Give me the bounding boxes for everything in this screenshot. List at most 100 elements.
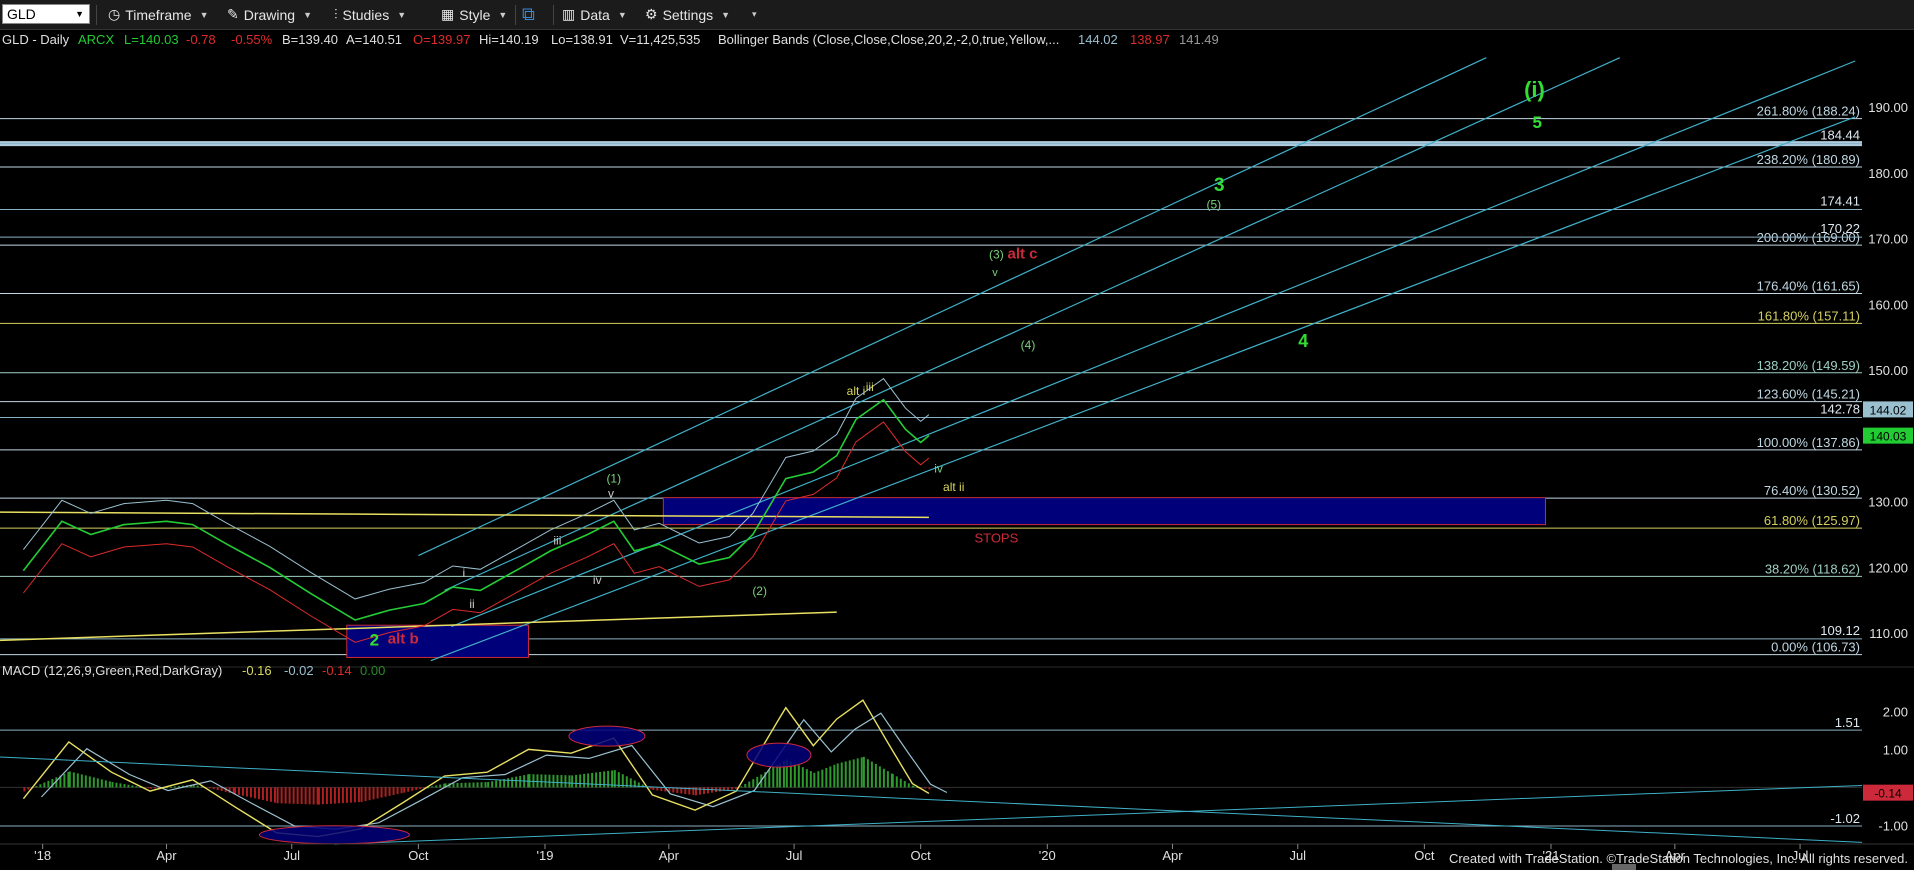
macd-histogram-bar bbox=[178, 786, 181, 788]
macd-histogram-bar bbox=[591, 772, 594, 788]
macd-histogram-bar bbox=[47, 780, 50, 788]
macd-histogram-bar bbox=[536, 774, 539, 788]
macd-histogram-bar bbox=[862, 756, 865, 788]
macd-histogram-bar bbox=[809, 771, 812, 788]
macd-histogram-bar bbox=[528, 774, 531, 788]
macd-histogram-bar bbox=[852, 759, 855, 788]
macd-pane[interactable]: 2.00 1.00 -1.00 1.51 -1.02 -0.14 bbox=[0, 679, 1914, 854]
settings-menu[interactable]: ⚙ Settings ▼ bbox=[645, 4, 730, 25]
style-label: Style bbox=[459, 6, 491, 23]
macd-label: MACD (12,26,9,Green,Red,DarkGray) bbox=[2, 663, 222, 678]
timeframe-menu[interactable]: ◷ Timeframe ▼ bbox=[108, 4, 209, 25]
macd-histogram-bar bbox=[519, 775, 522, 788]
exchange-label: ARCX bbox=[78, 32, 114, 47]
macd-histogram-bar bbox=[821, 769, 824, 788]
y-tick-label: 160.00 bbox=[1868, 297, 1908, 312]
macd-histogram-bar bbox=[245, 787, 248, 797]
macd-histogram-bar bbox=[261, 787, 264, 801]
fib-level-label: 123.60% (145.21) bbox=[1757, 387, 1860, 402]
macd-highlight-ellipse bbox=[568, 725, 646, 747]
macd-histogram-bar bbox=[583, 773, 586, 788]
macd-histogram-bar bbox=[196, 785, 199, 788]
macd-histogram-bar bbox=[170, 786, 173, 788]
data-menu[interactable]: ▥ Data ▼ bbox=[562, 4, 627, 25]
macd-histogram-bar bbox=[833, 764, 836, 788]
macd-histogram-bar bbox=[368, 787, 371, 801]
drawing-menu[interactable]: ✎ Drawing ▼ bbox=[227, 4, 312, 25]
macd-histogram-bar bbox=[208, 787, 211, 789]
macd-histogram-bar bbox=[296, 787, 299, 804]
macd-histogram-bar bbox=[652, 787, 655, 791]
macd-histogram-bar bbox=[472, 782, 475, 788]
macd-histogram-bar bbox=[744, 783, 747, 788]
macd-histogram-bar bbox=[396, 787, 399, 795]
symbol-value: GLD bbox=[7, 6, 36, 22]
macd-histogram-bar bbox=[237, 787, 240, 795]
bollinger-label: Bollinger Bands (Close,Close,Close,20,2,… bbox=[718, 32, 1059, 47]
macd-histogram-bar bbox=[135, 786, 138, 788]
macd-histogram-bar bbox=[882, 768, 885, 788]
macd-histogram-bar bbox=[660, 787, 663, 791]
macd-zero: 0.00 bbox=[360, 663, 385, 678]
macd-histogram-bar bbox=[174, 786, 177, 788]
macd-histogram-bar bbox=[540, 774, 543, 788]
timeframe-label: Timeframe bbox=[125, 6, 192, 23]
macd-histogram-bar bbox=[499, 779, 502, 788]
toolbar-overflow[interactable]: ▾ bbox=[744, 4, 757, 25]
studies-label: Studies bbox=[342, 6, 390, 23]
macd-histogram-bar bbox=[333, 787, 336, 804]
macd-histogram-bar bbox=[403, 787, 406, 793]
gear-icon: ⚙ bbox=[645, 6, 658, 22]
style-menu[interactable]: ▦ Style ▼ bbox=[441, 4, 507, 25]
macd-histogram-bar bbox=[924, 787, 927, 789]
chart-layout-button[interactable]: ⧉ bbox=[522, 4, 540, 25]
macd-signal: -0.02 bbox=[284, 663, 314, 678]
macd-histogram-bar bbox=[805, 769, 808, 788]
price-level-label: 170.22 bbox=[1820, 221, 1860, 236]
macd-histogram-bar bbox=[895, 776, 898, 788]
studies-menu[interactable]: ⫶ Studies ▼ bbox=[334, 4, 406, 25]
macd-histogram-bar bbox=[698, 787, 701, 795]
wave-label: (2) bbox=[752, 584, 767, 598]
bollinger-upper: 144.02 bbox=[1078, 32, 1118, 47]
macd-histogram-bar bbox=[23, 787, 26, 792]
macd-histogram-bar bbox=[825, 767, 828, 788]
symbol-input[interactable]: GLD ▼ bbox=[2, 4, 90, 24]
macd-histogram-bar bbox=[556, 774, 559, 788]
macd-histogram-bar bbox=[35, 786, 38, 788]
macd-histogram-bar bbox=[579, 774, 582, 788]
macd-y-tick: 2.00 bbox=[1883, 705, 1908, 720]
macd-histogram-bar bbox=[836, 763, 839, 788]
macd-histogram-bar bbox=[92, 777, 95, 788]
y-tick-label: 150.00 bbox=[1868, 363, 1908, 378]
open-price: O=139.97 bbox=[413, 32, 470, 47]
macd-histogram-bar bbox=[72, 772, 75, 788]
macd-histogram-bar bbox=[866, 759, 869, 788]
macd-histogram-bar bbox=[317, 787, 320, 805]
x-tick-label: Oct bbox=[911, 848, 932, 863]
macd-histogram-bar bbox=[150, 787, 153, 789]
wave-label: STOPS bbox=[974, 530, 1018, 545]
macd-histogram-bar bbox=[100, 779, 103, 788]
price-pane[interactable]: 110.00120.00130.00140.00150.00160.00170.… bbox=[0, 57, 1914, 668]
macd-histogram-bar bbox=[39, 784, 42, 788]
macd-histogram-bar bbox=[730, 787, 733, 790]
macd-histogram-bar bbox=[899, 778, 902, 788]
macd-histogram-bar bbox=[797, 765, 800, 788]
macd-histogram-bar bbox=[115, 782, 118, 788]
macd-histogram-bar bbox=[284, 787, 287, 804]
macd-level-label: 1.51 bbox=[1835, 715, 1860, 730]
macd-histogram-bar bbox=[265, 787, 268, 801]
fib-level-label: 176.40% (161.65) bbox=[1757, 278, 1860, 293]
toolbar-divider bbox=[553, 5, 554, 25]
ask-price: A=140.51 bbox=[346, 32, 402, 47]
chart-area[interactable]: 110.00120.00130.00140.00150.00160.00170.… bbox=[0, 30, 1914, 870]
macd-histogram-bar bbox=[587, 773, 590, 788]
macd-histogram-bar bbox=[718, 787, 721, 792]
chevron-down-icon: ▼ bbox=[498, 9, 508, 20]
toolbar-divider bbox=[96, 5, 97, 25]
macd-histogram-bar bbox=[452, 783, 455, 788]
macd-histogram-bar bbox=[273, 787, 276, 803]
wave-label: 5 bbox=[1532, 113, 1541, 132]
x-tick-label: '20 bbox=[1039, 848, 1056, 863]
